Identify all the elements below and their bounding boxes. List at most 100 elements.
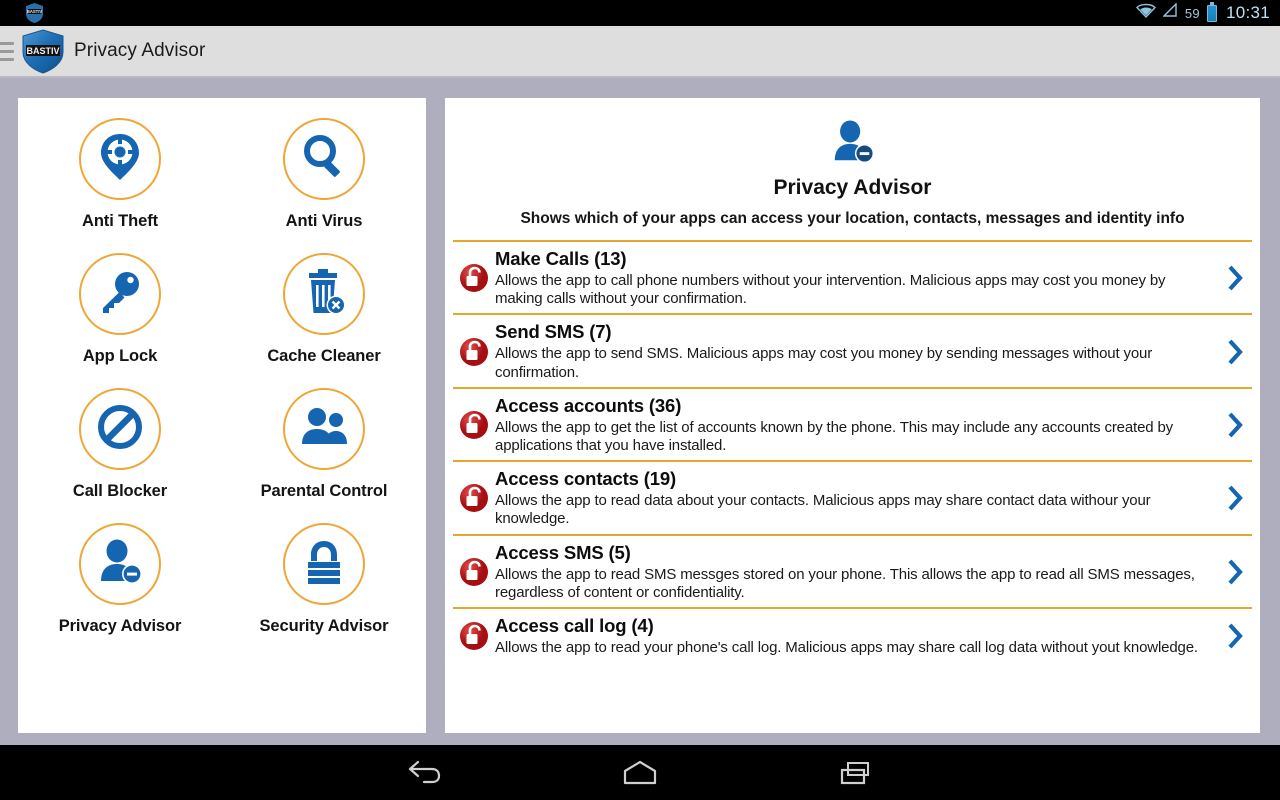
sidebar-item-label: Anti Virus [285,212,363,230]
red-open-padlock-icon [453,410,495,440]
tile-icon-circle [283,253,365,335]
privacy-advisor-panel: Privacy Advisor Shows which of your apps… [445,98,1260,733]
trash-can-delete-icon [300,267,348,322]
tile-icon-circle [283,523,365,605]
list-item[interactable]: Access contacts (19) Allows the app to r… [453,462,1252,536]
red-open-padlock-icon [453,483,495,513]
list-item[interactable]: Send SMS (7) Allows the app to send SMS.… [453,315,1252,389]
chevron-right-icon[interactable] [1218,265,1252,291]
sidebar-item-security-advisor[interactable]: Security Advisor [222,523,426,636]
permission-description: Allows the app to read your phone's call… [495,638,1198,656]
svg-text:BASTIV: BASTIV [27,9,43,14]
app-title-bar: BASTIV Privacy Advisor [0,26,1280,78]
red-open-padlock-icon [453,263,495,293]
permission-body: Access call log (4) Allows the app to re… [495,615,1218,657]
bastiv-shield-icon: BASTIV [26,3,43,23]
sidebar-item-label: Parental Control [260,482,388,500]
android-navigation-bar [0,745,1280,800]
sidebar-item-label: Anti Theft [82,212,158,230]
status-bar-notifications: BASTIV [0,3,43,23]
tile-icon-circle [283,118,365,200]
tile-icon-circle [79,118,161,200]
chevron-right-icon[interactable] [1218,339,1252,365]
chevron-right-icon[interactable] [1218,559,1252,585]
chevron-right-icon[interactable] [1218,485,1252,511]
hamburger-line [0,49,14,53]
logo-text: BASTIV [26,46,59,56]
tile-icon-circle [283,388,365,470]
permission-title: Access contacts (19) [495,468,677,490]
sidebar-item-anti-theft[interactable]: Anti Theft [18,118,222,231]
permission-title: Access accounts (36) [495,394,682,416]
feature-tiles-grid: Anti Theft Anti Virus App Lock Cache Cle… [18,98,426,636]
chevron-right-icon[interactable] [1218,623,1252,649]
key-icon [96,268,144,321]
red-open-padlock-icon [453,621,495,651]
tile-icon-circle [79,523,161,605]
sidebar-item-label: Cache Cleaner [267,347,381,365]
tile-icon-circle [79,253,161,335]
signal-triangle-icon [1162,2,1178,23]
permission-title: Make Calls (13) [495,248,627,269]
sidebar-item-anti-virus[interactable]: Anti Virus [222,118,426,231]
android-screen: BASTIV 59 10:31 BASTIV Privacy Advisor A… [0,0,1280,800]
battery-percent-label: 59 [1184,5,1200,21]
person-minus-icon [96,539,144,590]
sidebar-item-call-blocker[interactable]: Call Blocker [18,388,222,501]
privacy-advisor-header: Privacy Advisor Shows which of your apps… [445,98,1260,242]
sidebar-item-label: Security Advisor [259,617,389,635]
location-pin-crosshair-icon [97,132,143,187]
back-arrow-icon[interactable] [396,755,452,791]
status-bar: BASTIV 59 10:31 [0,0,1280,26]
permission-body: Access SMS (5) Allows the app to read SM… [495,542,1218,602]
sidebar-item-cache-cleaner[interactable]: Cache Cleaner [222,253,426,366]
wifi-icon [1135,3,1156,23]
padlock-striped-icon [301,538,347,591]
block-prohibited-icon [96,403,144,456]
two-people-icon [299,406,349,453]
red-open-padlock-icon [453,337,495,367]
sidebar-item-parental-control[interactable]: Parental Control [222,388,426,501]
person-minus-icon [445,116,1260,168]
permission-body: Access contacts (19) Allows the app to r… [495,468,1218,528]
status-bar-indicators: 59 10:31 [1135,1,1280,23]
home-icon[interactable] [612,755,668,791]
sidebar-item-app-lock[interactable]: App Lock [18,253,222,366]
permission-title: Access call log (4) [495,615,654,637]
permission-description: Allows the app to call phone numbers wit… [495,271,1166,308]
permission-description: Allows the app to read data about your c… [495,492,1151,528]
privacy-advisor-title: Privacy Advisor [773,176,932,199]
list-item[interactable]: Access call log (4) Allows the app to re… [453,609,1252,662]
permission-title: Send SMS (7) [495,321,612,343]
permission-description: Allows the app to send SMS. Malicious ap… [495,345,1153,381]
sidebar-item-label: App Lock [82,347,158,365]
tile-icon-circle [79,388,161,470]
permission-list: Make Calls (13) Allows the app to call p… [445,242,1260,662]
privacy-advisor-subtitle: Shows which of your apps can access your… [520,210,1185,227]
recent-apps-icon[interactable] [828,755,884,791]
hamburger-line [0,57,14,61]
chevron-right-icon[interactable] [1218,412,1252,438]
page-title: Privacy Advisor [74,40,206,61]
permission-body: Access accounts (36) Allows the app to g… [495,395,1218,455]
list-item[interactable]: Access SMS (5) Allows the app to read SM… [453,536,1252,610]
magnifying-glass-icon [300,133,348,186]
battery-icon [1206,1,1217,22]
content-area: Anti Theft Anti Virus App Lock Cache Cle… [0,80,1280,733]
permission-body: Make Calls (13) Allows the app to call p… [495,248,1218,308]
permission-body: Send SMS (7) Allows the app to send SMS.… [495,321,1218,381]
bastiv-shield-logo[interactable]: BASTIV [20,28,66,74]
sidebar-item-label: Privacy Advisor [58,617,182,635]
sidebar-item-label: Call Blocker [72,482,168,500]
list-item[interactable]: Make Calls (13) Allows the app to call p… [453,242,1252,316]
red-open-padlock-icon [453,557,495,587]
list-item[interactable]: Access accounts (36) Allows the app to g… [453,389,1252,463]
hamburger-menu-icon[interactable] [0,41,14,61]
clock-label: 10:31 [1225,3,1270,22]
hamburger-line [0,41,14,45]
permission-description: Allows the app to read SMS messges store… [495,565,1195,601]
feature-tiles-panel: Anti Theft Anti Virus App Lock Cache Cle… [18,98,426,733]
permission-description: Allows the app to get the list of accoun… [495,418,1174,454]
permission-title: Access SMS (5) [495,541,631,563]
sidebar-item-privacy-advisor[interactable]: Privacy Advisor [18,523,222,636]
